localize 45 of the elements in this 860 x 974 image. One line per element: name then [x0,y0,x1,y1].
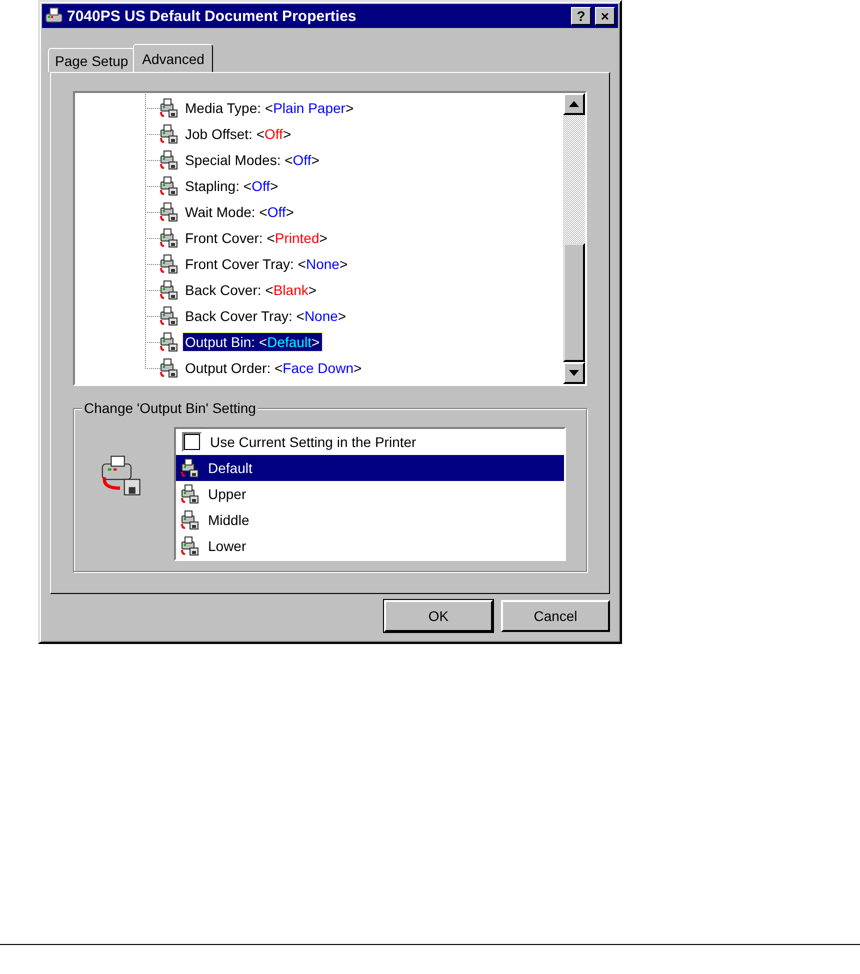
tree-item[interactable]: Front Cover: <Printed> [183,229,330,247]
window-title: 7040PS US Default Document Properties [67,8,358,24]
checkbox-option[interactable]: Use Current Setting in the Printer [176,429,564,455]
printer-icon [180,510,200,530]
printer-icon [159,306,179,326]
printer-icon [159,150,179,170]
tree-item[interactable]: Stapling: <Off> [183,177,280,195]
printer-icon [159,202,179,222]
scroll-down-icon [569,370,579,376]
list-item[interactable]: Lower [176,533,564,559]
tree-item[interactable]: Wait Mode: <Off> [183,203,296,221]
title-bar-button[interactable]: ? [571,7,591,25]
printer-icon [159,358,179,378]
dialog-button[interactable]: Cancel [501,600,610,632]
printer-icon [45,7,63,25]
dialog-button[interactable]: OK [384,600,493,632]
scroll-bar[interactable] [563,93,585,384]
printer-icon [180,484,200,504]
option-label: Use Current Setting in the Printer [210,434,416,450]
tree-item[interactable]: Front Cover Tray: <None> [183,255,350,273]
tree-item[interactable]: Job Offset: <Off> [183,125,294,143]
tree-item[interactable]: Special Modes: <Off> [183,151,322,169]
checkbox[interactable] [182,432,202,452]
printer-icon [180,458,200,478]
printer-icon [180,536,200,556]
printer-icon [159,280,179,300]
scroll-up-icon [569,101,579,107]
list-item[interactable]: Upper [176,481,564,507]
tree-item[interactable]: Back Cover: <Blank> [183,281,319,299]
tab[interactable]: Page Setup [48,48,136,72]
title-bar-button[interactable]: × [595,7,615,25]
tab[interactable]: Advanced [133,44,214,72]
tree-item[interactable]: Output Bin: <Default> [183,333,322,351]
tree-item[interactable]: Output Order: <Face Down> [183,359,364,377]
printer-icon [159,98,179,118]
printer-icon [159,332,179,352]
list-item[interactable]: Middle [176,507,564,533]
printer-icon [159,228,179,248]
list-item[interactable]: Default [176,455,564,481]
group-title: Change 'Output Bin' Setting [82,400,258,416]
printer-icon [159,176,179,196]
printer-icon [159,124,179,144]
tree-item[interactable]: Media Type: <Plain Paper> [183,99,356,117]
tree-item[interactable]: Back Cover Tray: <None> [183,307,348,325]
printer-icon [159,254,179,274]
